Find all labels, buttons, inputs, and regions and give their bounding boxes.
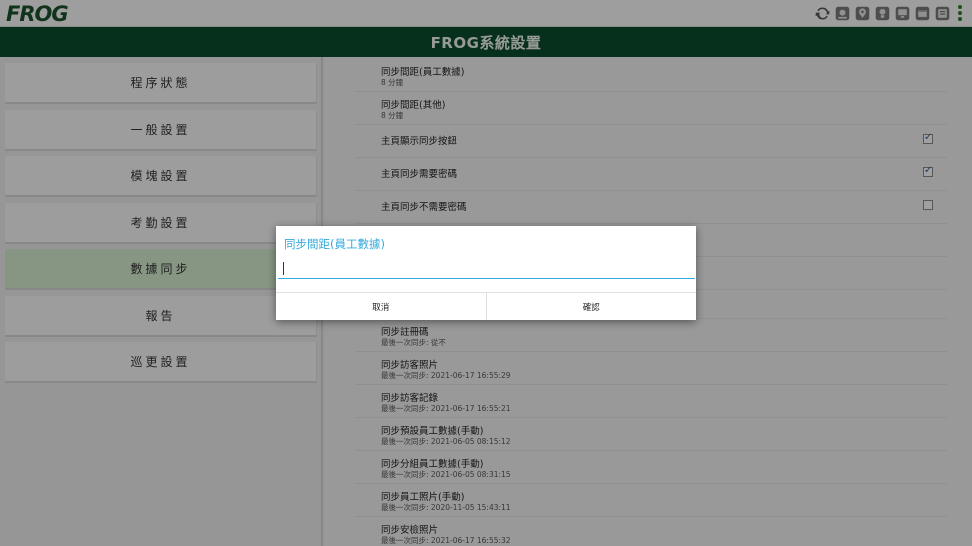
- top-bar: FROG: [0, 0, 972, 27]
- checkbox[interactable]: [923, 200, 933, 210]
- sidebar-item-program-status[interactable]: 程序狀態: [5, 63, 317, 104]
- list-item[interactable]: 同步預設員工數據(手動) 最後一次同步: 2021-06-05 08:15:12: [355, 418, 947, 451]
- list-item[interactable]: 同步間距(其他) 8 分鐘: [355, 92, 947, 125]
- page-title: FROG系統設置: [430, 33, 542, 52]
- sidebar-item-data-sync[interactable]: 數據同步: [5, 249, 317, 290]
- sync-interval-dialog: 同步間距(員工數據) 取消 確認: [276, 226, 696, 320]
- sidebar-item-general-settings[interactable]: 一般設置: [5, 110, 317, 151]
- sync-interval-input[interactable]: [278, 259, 695, 279]
- checkbox[interactable]: [923, 132, 933, 144]
- sidebar: 程序狀態 一般設置 模塊設置 考勤設置 數據同步 報告 巡更設置: [0, 57, 323, 546]
- list-item[interactable]: 同步分組員工數據(手動) 最後一次同步: 2021-06-05 08:31:15: [355, 451, 947, 484]
- list-item[interactable]: 同步安檢照片 最後一次同步: 2021-06-17 16:55:32: [355, 517, 947, 546]
- dialog-title: 同步間距(員工數據): [284, 237, 385, 251]
- top-icon-bar: [814, 4, 966, 22]
- id-card-icon[interactable]: [934, 4, 951, 22]
- device-icon[interactable]: [834, 4, 851, 22]
- sync-icon[interactable]: [814, 4, 831, 22]
- dialog-buttons: 取消 確認: [276, 292, 696, 320]
- sidebar-item-attendance-settings[interactable]: 考勤設置: [5, 203, 317, 244]
- text-caret: [283, 262, 284, 275]
- list-item[interactable]: 同步訪客記錄 最後一次同步: 2021-06-17 16:55:21: [355, 385, 947, 418]
- confirm-button[interactable]: 確認: [485, 293, 697, 320]
- overflow-menu-icon[interactable]: [954, 4, 966, 22]
- list-item[interactable]: 主頁同步需要密碼: [355, 158, 947, 191]
- list-item[interactable]: 主頁顯示同步按鈕: [355, 125, 947, 158]
- frog-logo: FROG: [6, 1, 69, 26]
- bulb-icon[interactable]: [874, 4, 891, 22]
- location-icon[interactable]: [854, 4, 871, 22]
- sidebar-item-reports[interactable]: 報告: [5, 296, 317, 337]
- calendar-icon[interactable]: [914, 4, 931, 22]
- monitor-icon[interactable]: [894, 4, 911, 22]
- list-item[interactable]: 同步員工照片(手動) 最後一次同步: 2020-11-05 15:43:11: [355, 484, 947, 517]
- sidebar-item-patrol-settings[interactable]: 巡更設置: [5, 342, 317, 383]
- title-bar: FROG系統設置: [0, 27, 972, 57]
- list-item[interactable]: 主頁同步不需要密碼: [355, 191, 947, 224]
- sidebar-item-module-settings[interactable]: 模塊設置: [5, 156, 317, 197]
- checkbox[interactable]: [923, 165, 933, 177]
- cancel-button[interactable]: 取消: [276, 293, 486, 320]
- list-item[interactable]: 同步訪客照片 最後一次同步: 2021-06-17 16:55:29: [355, 352, 947, 385]
- list-item[interactable]: 同步間距(員工數據) 8 分鐘: [355, 59, 947, 92]
- list-item[interactable]: 同步註冊碼 最後一次同步: 從不: [355, 319, 947, 352]
